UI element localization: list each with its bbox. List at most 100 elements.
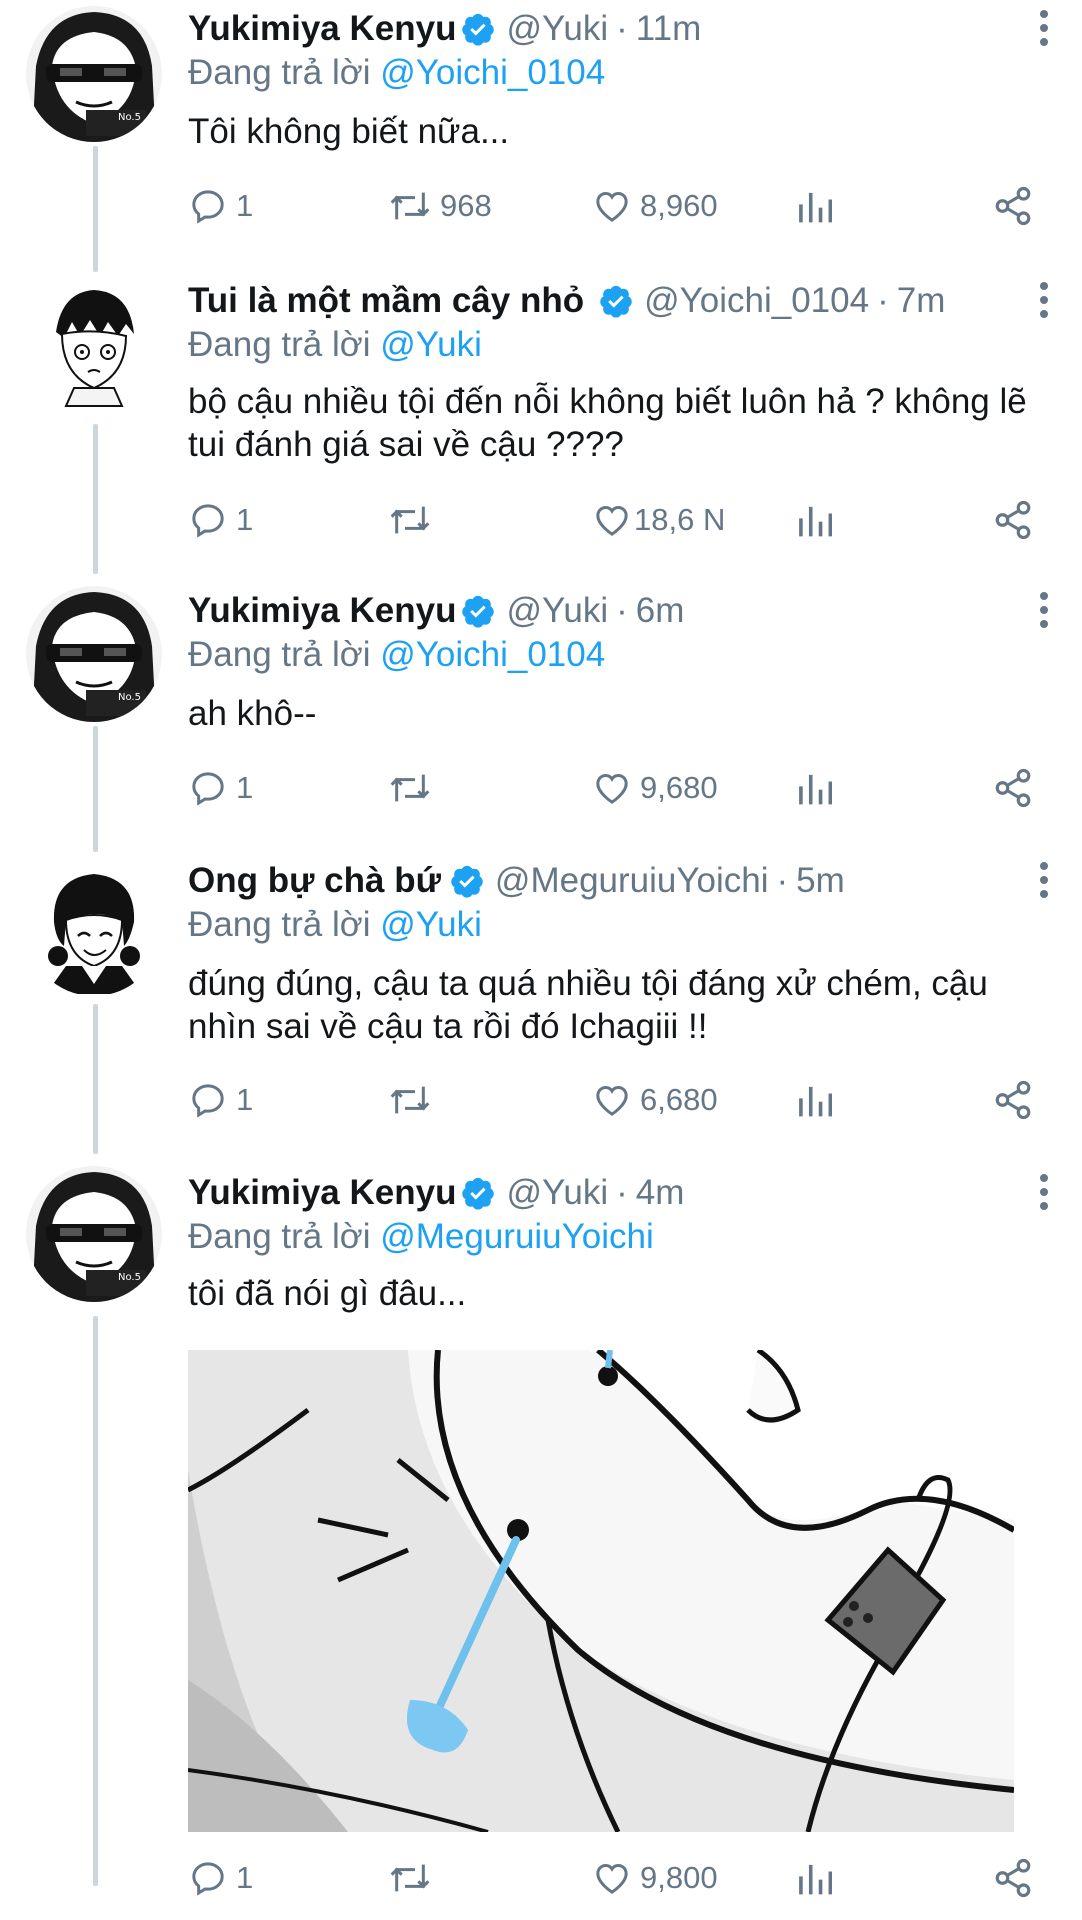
tweet[interactable]: No.5 Yukimiya Kenyu @Yuki · 6m Đang trả … <box>0 574 1082 852</box>
timestamp[interactable]: 6m <box>636 588 685 634</box>
share-icon <box>995 186 1031 226</box>
timestamp[interactable]: 4m <box>636 1170 685 1216</box>
reply-icon <box>192 504 224 538</box>
reply-button[interactable]: 1 <box>188 496 253 544</box>
avatar[interactable] <box>26 860 162 996</box>
reply-button[interactable]: 1 <box>188 764 253 812</box>
analytics-button[interactable] <box>796 496 832 544</box>
tweet[interactable]: No.5 Yukimiya Kenyu @Yuki · 4m Đang trả … <box>0 1154 1082 1920</box>
analytics-button[interactable] <box>796 182 832 230</box>
tweet-header: Yukimiya Kenyu @Yuki · 4m <box>188 1170 1012 1216</box>
reply-icon <box>192 190 224 224</box>
reply-button[interactable]: 1 <box>188 1076 253 1124</box>
display-name[interactable]: Tui là một mầm cây nhỏ <box>188 278 584 324</box>
tweet-header: Yukimiya Kenyu @Yuki · 6m <box>188 588 1012 634</box>
analytics-button[interactable] <box>796 764 832 812</box>
user-handle[interactable]: @Yuki <box>506 588 608 634</box>
more-icon[interactable] <box>1036 8 1052 48</box>
tweet-text: đúng đúng, cậu ta quá nhiều tội đáng xử … <box>188 964 988 1046</box>
tweet-header: Yukimiya Kenyu @Yuki · 11m <box>188 6 1012 52</box>
like-button[interactable]: 9,800 <box>592 1854 718 1902</box>
more-icon[interactable] <box>1036 280 1052 320</box>
user-handle[interactable]: @Yoichi_0104 <box>644 278 869 324</box>
separator-dot: · <box>616 1173 628 1212</box>
tweet-text: Tôi không biết nữa... <box>188 112 510 151</box>
reply-mention-link[interactable]: @Yoichi_0104 <box>380 53 605 92</box>
analytics-button[interactable] <box>796 1076 832 1124</box>
tweet[interactable]: Tui là một mầm cây nhỏ @Yoichi_0104 · 7m… <box>0 272 1082 574</box>
tweet[interactable]: No.5 Yukimiya Kenyu @Yuki · 11m Đang trả… <box>0 0 1082 272</box>
reply-mention-link[interactable]: @Yuki <box>380 325 482 364</box>
heart-icon <box>596 773 628 804</box>
more-icon[interactable] <box>1036 590 1052 630</box>
display-name[interactable]: Yukimiya Kenyu <box>188 6 456 52</box>
heart-icon <box>596 1863 628 1894</box>
timestamp[interactable]: 5m <box>796 858 845 904</box>
like-button[interactable]: 8,960 <box>592 182 718 230</box>
timestamp[interactable]: 11m <box>636 6 702 52</box>
user-handle[interactable]: @Yuki <box>506 1170 608 1216</box>
avatar[interactable]: No.5 <box>26 6 162 142</box>
avatar[interactable]: No.5 <box>26 1166 162 1302</box>
retweet-button[interactable] <box>388 1854 440 1902</box>
reply-count: 1 <box>236 502 254 537</box>
share-button[interactable] <box>992 496 1034 544</box>
attached-image[interactable] <box>188 1350 1014 1832</box>
avatar[interactable]: No.5 <box>26 586 162 722</box>
display-name[interactable]: Ong bự chà bứ <box>188 858 441 904</box>
reply-context: Đang trả lời @Yoichi_0104 <box>188 50 605 96</box>
tweet-actions: 1 9,680 <box>188 764 1048 812</box>
share-button[interactable] <box>992 1076 1034 1124</box>
retweet-button[interactable] <box>388 764 440 812</box>
reply-icon <box>192 1084 224 1118</box>
retweet-icon <box>390 774 430 802</box>
user-handle[interactable]: @MeguruiuYoichi <box>495 858 769 904</box>
timestamp[interactable]: 7m <box>897 278 946 324</box>
like-button[interactable]: 18,6 N <box>592 496 725 544</box>
more-icon[interactable] <box>1036 860 1052 900</box>
reply-prefix: Đang trả lời <box>188 635 371 674</box>
retweet-icon <box>390 506 430 534</box>
reply-context: Đang trả lời @Yoichi_0104 <box>188 632 605 678</box>
share-button[interactable] <box>992 764 1034 812</box>
verified-icon <box>451 865 483 898</box>
reply-prefix: Đang trả lời <box>188 325 371 364</box>
reply-icon <box>192 772 224 806</box>
tweet-text: bộ cậu nhiều tội đến nỗi không biết luôn… <box>188 382 1027 464</box>
retweet-button[interactable] <box>388 1076 440 1124</box>
share-button[interactable] <box>992 1854 1034 1902</box>
like-button[interactable]: 6,680 <box>592 1076 718 1124</box>
share-icon <box>995 500 1031 540</box>
reply-mention-link[interactable]: @Yoichi_0104 <box>380 635 605 674</box>
avatar[interactable] <box>26 278 162 414</box>
reply-count: 1 <box>236 188 254 223</box>
reply-mention-link[interactable]: @Yuki <box>380 905 482 944</box>
user-handle[interactable]: @Yuki <box>506 6 608 52</box>
retweet-button[interactable] <box>388 496 440 544</box>
svg-text:No.5: No.5 <box>118 112 141 123</box>
reply-button[interactable]: 1 <box>188 182 253 230</box>
analytics-button[interactable] <box>796 1854 832 1902</box>
like-button[interactable]: 9,680 <box>592 764 718 812</box>
analytics-icon <box>799 774 832 805</box>
reply-button[interactable]: 1 <box>188 1854 253 1902</box>
share-button[interactable] <box>992 182 1034 230</box>
reply-context: Đang trả lời @MeguruiuYoichi <box>188 1214 654 1260</box>
tweet[interactable]: Ong bự chà bứ @MeguruiuYoichi · 5m Đang … <box>0 852 1082 1154</box>
like-count: 9,800 <box>640 1860 718 1895</box>
retweet-button[interactable]: 968 <box>388 182 492 230</box>
display-name[interactable]: Yukimiya Kenyu <box>188 588 456 634</box>
reply-context: Đang trả lời @Yuki <box>188 322 482 368</box>
reply-count: 1 <box>236 1082 254 1117</box>
verified-icon <box>462 13 495 46</box>
heart-icon <box>596 191 628 222</box>
more-icon[interactable] <box>1036 1172 1052 1212</box>
reply-mention-link[interactable]: @MeguruiuYoichi <box>380 1217 654 1256</box>
tweet-actions: 1 18,6 N <box>188 496 1048 544</box>
analytics-icon <box>799 192 832 223</box>
reply-count: 1 <box>236 1860 254 1895</box>
tweet-actions: 1 9,800 <box>188 1854 1048 1902</box>
separator-dot: · <box>616 9 628 48</box>
cartoon-cat-crying-image <box>188 1350 1014 1832</box>
display-name[interactable]: Yukimiya Kenyu <box>188 1170 456 1216</box>
